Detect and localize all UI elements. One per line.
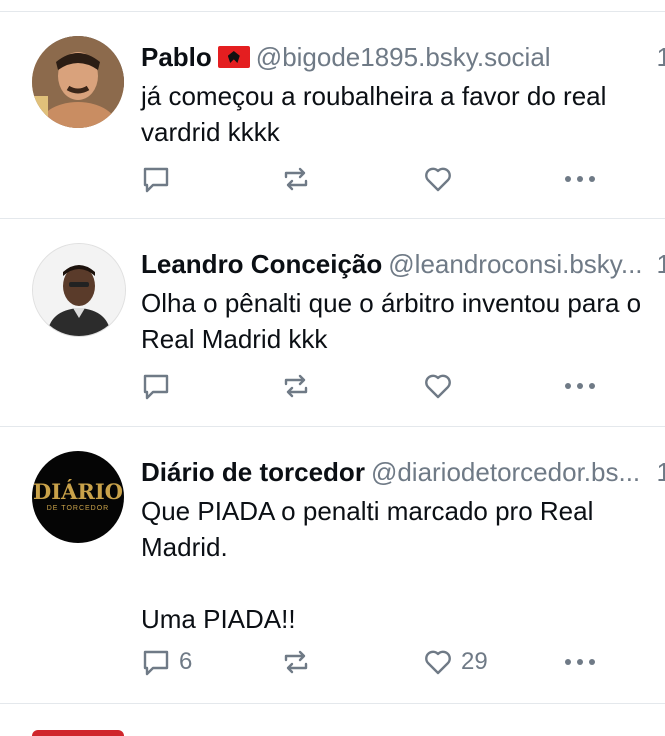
avatar[interactable] (32, 36, 124, 128)
post-text: Olha o pênalti que o árbitro inventou pa… (141, 288, 642, 354)
like-button[interactable]: 29 (423, 645, 488, 679)
repost-button[interactable] (281, 369, 311, 403)
author-handle[interactable]: @leandroconsi.bsky... (388, 249, 642, 279)
reply-icon (143, 374, 169, 400)
more-button[interactable] (563, 369, 597, 403)
divider (0, 703, 665, 704)
like-button[interactable] (423, 162, 461, 196)
reply-count: 6 (179, 648, 193, 675)
reply-icon (143, 650, 169, 676)
heart-icon (425, 167, 451, 192)
author-handle[interactable]: @diariodetorcedor.bs... (371, 457, 640, 487)
post-header: Diário de torcedor @diariodetorcedor.bs..… (141, 457, 665, 487)
avatar-logo-sub: DE TORCEDOR (46, 505, 110, 512)
post-leandro[interactable]: Leandro Conceição @leandroconsi.bsky... 1… (0, 219, 665, 426)
post-actions (141, 369, 621, 403)
heart-icon (425, 650, 451, 675)
next-post-avatar[interactable] (32, 730, 124, 736)
author-name[interactable]: Leandro Conceição (141, 249, 382, 279)
avatar[interactable]: DIÁRIO DE TORCEDOR (32, 451, 124, 543)
repost-icon (284, 650, 308, 674)
avatar-photo (32, 36, 124, 128)
avatar-photo (33, 244, 125, 336)
post-time[interactable]: 1 (657, 42, 665, 72)
post-text: Que PIADA o penalti marcado pro Real Mad… (141, 496, 594, 634)
more-button[interactable] (563, 162, 597, 196)
post-diario[interactable]: DIÁRIO DE TORCEDOR Diário de torcedor @di… (0, 427, 665, 703)
more-icon (565, 383, 595, 389)
author-name[interactable]: Pablo (141, 42, 212, 72)
post-pablo[interactable]: Pablo @bigode1895.bsky.social 1 já começo… (0, 12, 665, 218)
repost-icon (284, 374, 308, 398)
reply-button[interactable] (141, 369, 179, 403)
reply-button[interactable] (141, 162, 179, 196)
like-button[interactable] (423, 369, 461, 403)
post-header: Leandro Conceição @leandroconsi.bsky... 1 (141, 249, 665, 279)
repost-button[interactable] (281, 162, 311, 196)
albania-flag-icon (217, 46, 250, 68)
reply-icon (143, 167, 169, 193)
repost-button[interactable] (281, 645, 311, 679)
repost-icon (284, 167, 308, 191)
author-name[interactable]: Diário de torcedor (141, 457, 365, 487)
heart-icon (425, 374, 451, 399)
like-count: 29 (461, 648, 488, 675)
post-text: já começou a roubalheira a favor do real… (141, 81, 614, 147)
avatar-logo: DIÁRIO (33, 479, 123, 504)
post-header: Pablo @bigode1895.bsky.social 1 (141, 42, 665, 72)
more-icon (565, 659, 595, 665)
post-actions (141, 162, 621, 196)
more-button[interactable] (563, 645, 597, 679)
post-actions: 6 29 (141, 645, 621, 679)
post-time[interactable]: 1 (657, 457, 665, 487)
post-time[interactable]: 1 (657, 249, 665, 279)
reply-button[interactable]: 6 (141, 645, 192, 679)
author-handle[interactable]: @bigode1895.bsky.social (256, 42, 551, 72)
avatar[interactable] (32, 243, 126, 337)
more-icon (565, 176, 595, 182)
